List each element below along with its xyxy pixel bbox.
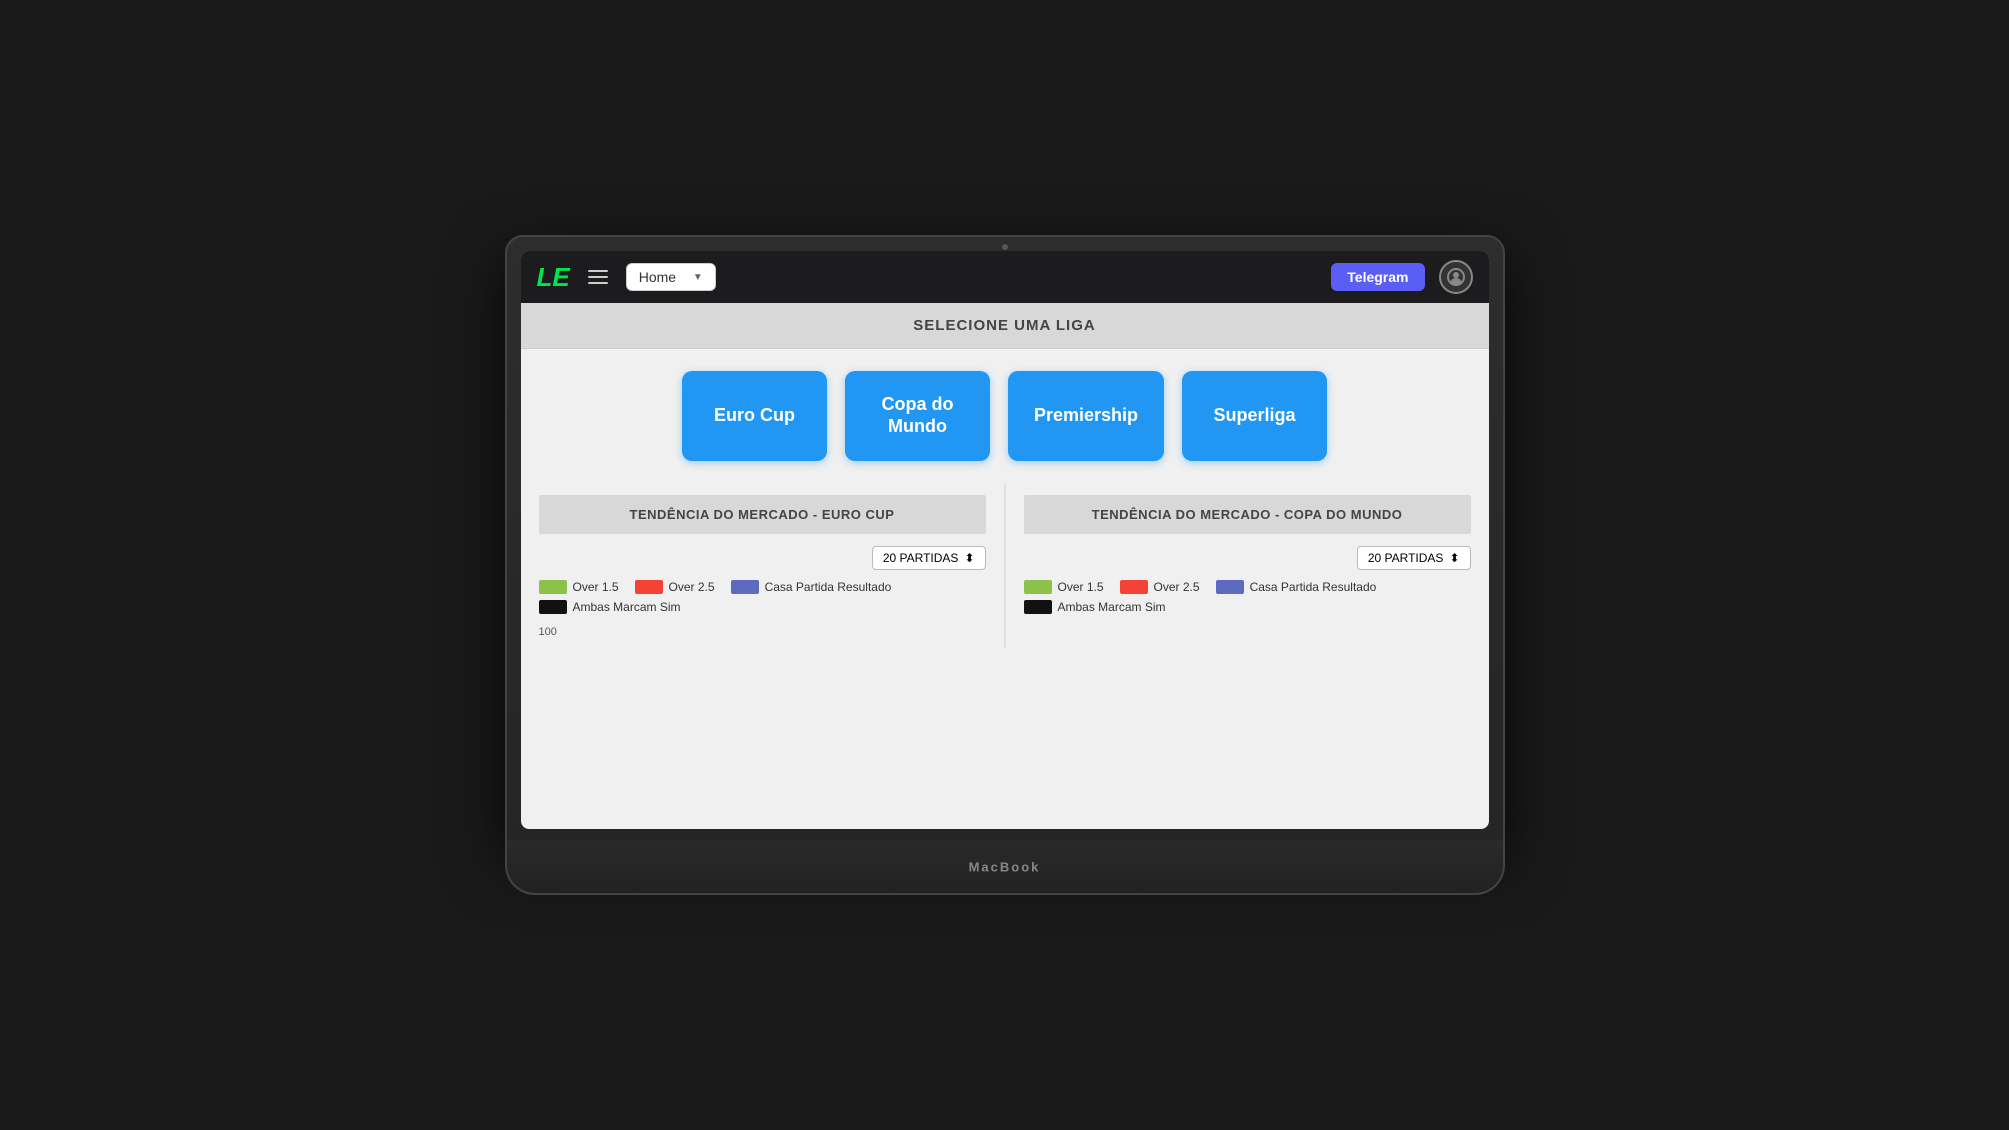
legend-over25-2: Over 2.5 [1120,580,1200,594]
over15-color-1 [539,580,567,594]
main-content: SELECIONE UMA LIGA Euro Cup Copa doMundo… [521,303,1489,648]
premiership-button[interactable]: Premiership [1008,371,1164,461]
casa-color-1 [731,580,759,594]
partidas-select-2[interactable]: 20 PARTIDAS ⬍ [1357,546,1471,570]
partidas-label-1: 20 PARTIDAS [883,551,959,565]
over15-label-2: Over 1.5 [1058,580,1104,594]
legend-area-1: Over 1.5 Over 2.5 Casa Partida Resultado [539,580,986,614]
partidas-label-2: 20 PARTIDAS [1368,551,1444,565]
euro-cup-button[interactable]: Euro Cup [682,371,827,461]
chart-y-label-2 [1024,622,1471,626]
ambas-color-2 [1024,600,1052,614]
ambas-label-2: Ambas Marcam Sim [1058,600,1166,614]
legend-over15-2: Over 1.5 [1024,580,1104,594]
chart-y-label-1: 100 [539,622,986,638]
partidas-chevron-2-icon: ⬍ [1449,551,1459,565]
tendencia-copa-header: TENDÊNCIA DO MERCADO - COPA DO MUNDO [1024,495,1471,534]
navbar: LE Home ▼ Telegram [521,251,1489,303]
casa-label-1: Casa Partida Resultado [765,580,892,594]
camera [1002,244,1008,250]
tendencia-euro-cup-panel: TENDÊNCIA DO MERCADO - EURO CUP 20 PARTI… [521,483,1006,648]
tendencia-copa-panel: TENDÊNCIA DO MERCADO - COPA DO MUNDO 20 … [1006,483,1489,648]
legend-casa-1: Casa Partida Resultado [731,580,892,594]
legend-ambas-1: Ambas Marcam Sim [539,600,681,614]
superliga-button[interactable]: Superliga [1182,371,1327,461]
casa-label-2: Casa Partida Resultado [1250,580,1377,594]
partidas-chevron-icon: ⬍ [964,551,974,565]
tendencia-euro-cup-header: TENDÊNCIA DO MERCADO - EURO CUP [539,495,986,534]
copa-do-mundo-button[interactable]: Copa doMundo [845,371,990,461]
ambas-label-1: Ambas Marcam Sim [573,600,681,614]
macbook-label: MacBook [969,859,1041,874]
partidas-select-1[interactable]: 20 PARTIDAS ⬍ [872,546,986,570]
home-dropdown[interactable]: Home ▼ [626,263,716,291]
app-container: LE Home ▼ Telegram [521,251,1489,829]
over25-label-2: Over 2.5 [1154,580,1200,594]
legend-over25-1: Over 2.5 [635,580,715,594]
over25-color-2 [1120,580,1148,594]
laptop-body: LE Home ▼ Telegram [505,235,1505,845]
laptop-base: MacBook [505,840,1505,895]
over15-label-1: Over 1.5 [573,580,619,594]
tendencia-row: TENDÊNCIA DO MERCADO - EURO CUP 20 PARTI… [521,483,1489,648]
liga-buttons-area: Euro Cup Copa doMundo Premiership Superl… [521,349,1489,483]
telegram-button[interactable]: Telegram [1331,263,1424,291]
laptop: LE Home ▼ Telegram [505,235,1505,895]
select-liga-title: SELECIONE UMA LIGA [913,317,1095,334]
avatar[interactable] [1439,260,1473,294]
over15-color-2 [1024,580,1052,594]
home-dropdown-label: Home [639,269,676,285]
hamburger-menu-icon[interactable] [584,266,612,288]
select-liga-banner: SELECIONE UMA LIGA [521,303,1489,349]
chevron-down-icon: ▼ [693,272,703,283]
ambas-color-1 [539,600,567,614]
screen-bezel: LE Home ▼ Telegram [521,251,1489,829]
partidas-select-row-1: 20 PARTIDAS ⬍ [539,546,986,570]
over25-label-1: Over 2.5 [669,580,715,594]
legend-area-2: Over 1.5 Over 2.5 Casa Partida Resultado [1024,580,1471,614]
legend-ambas-2: Ambas Marcam Sim [1024,600,1166,614]
logo: LE [537,264,570,290]
casa-color-2 [1216,580,1244,594]
partidas-select-row-2: 20 PARTIDAS ⬍ [1024,546,1471,570]
legend-casa-2: Casa Partida Resultado [1216,580,1377,594]
over25-color-1 [635,580,663,594]
legend-over15-1: Over 1.5 [539,580,619,594]
